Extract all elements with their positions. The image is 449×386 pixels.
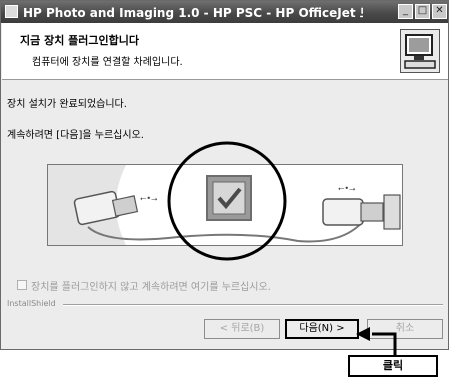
callout-connector: [372, 332, 397, 356]
highlight-circle: [167, 141, 287, 261]
annotation-overlay: [167, 141, 397, 356]
click-callout: 클릭: [348, 355, 438, 377]
arrow-icon: [356, 327, 370, 341]
